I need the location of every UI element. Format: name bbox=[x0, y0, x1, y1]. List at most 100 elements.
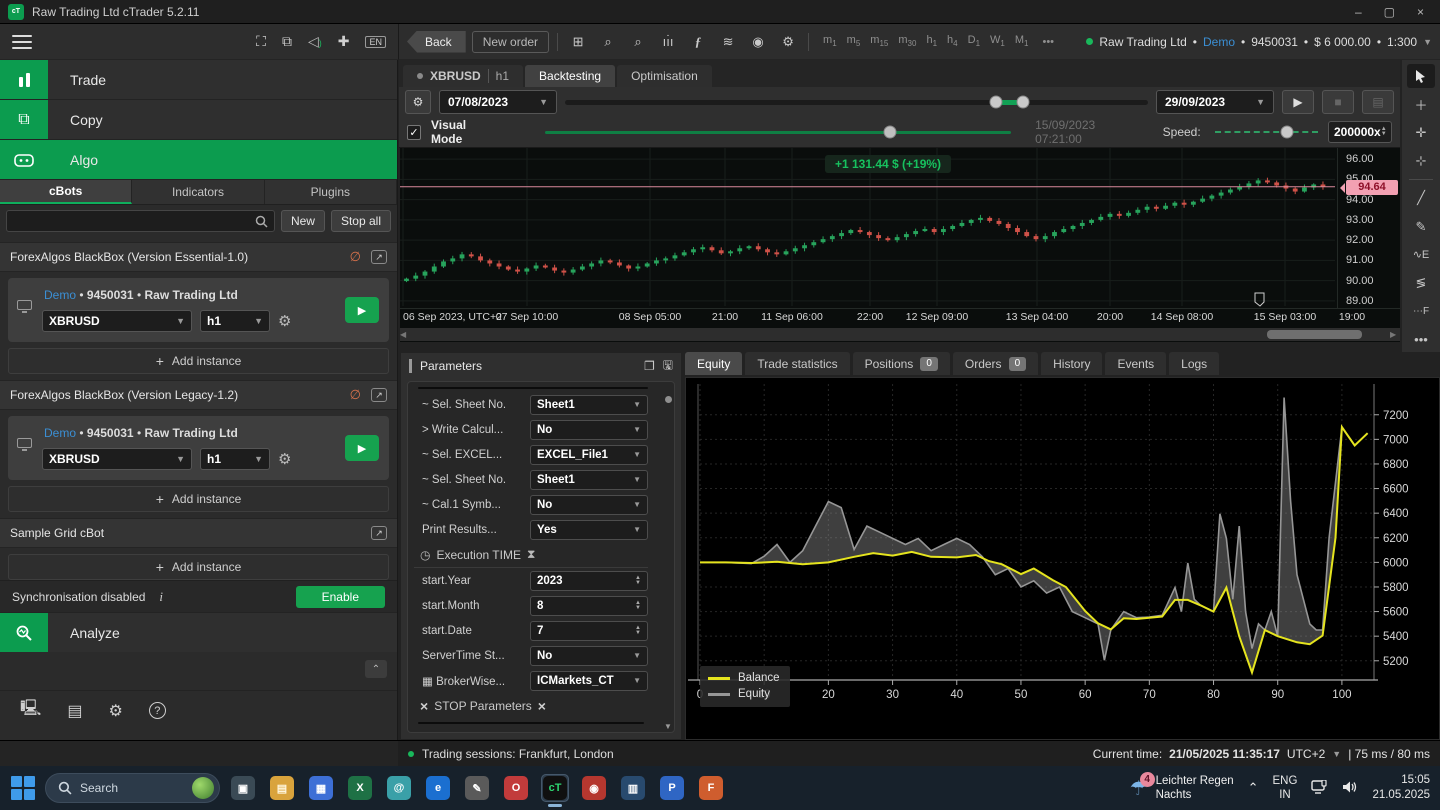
account-selector[interactable]: Raw Trading Ltd • Demo • 9450031 • $ 6 000.… bbox=[1086, 35, 1432, 49]
tab-backtesting[interactable]: Backtesting bbox=[525, 65, 616, 87]
taskbar-clock[interactable]: 15:05 21.05.2025 bbox=[1372, 773, 1430, 803]
chart-type-icon[interactable]: ıı̇ı bbox=[656, 31, 680, 53]
parameter-select[interactable]: No ▼ bbox=[530, 494, 648, 515]
layout-icon[interactable]: ⊞ bbox=[566, 31, 590, 53]
cloud-off-icon[interactable]: ∅ bbox=[350, 387, 361, 403]
timeframe-m1[interactable]: m1 bbox=[823, 34, 837, 48]
start-cbot-button[interactable]: ▶ bbox=[345, 297, 379, 323]
progress-knob-end[interactable] bbox=[1016, 95, 1030, 109]
taskbar-app-calculator-app[interactable]: ▦ bbox=[307, 774, 335, 802]
tab-cbots[interactable]: cBots bbox=[0, 180, 133, 204]
trendline-tool-icon[interactable]: ╱ bbox=[1407, 186, 1435, 210]
parameter-stepper[interactable]: 2023 ▲ ▼ bbox=[530, 570, 648, 591]
scroll-down-icon[interactable]: ▼ bbox=[664, 722, 672, 731]
settings-gear-icon[interactable]: ⚙ bbox=[108, 701, 122, 721]
timeframe-m5[interactable]: m5 bbox=[847, 34, 861, 48]
timeframe-h4[interactable]: h4 bbox=[947, 34, 958, 48]
taskbar-app-p-app[interactable]: P bbox=[658, 774, 686, 802]
fullscreen-icon[interactable]: ⛶ bbox=[256, 33, 266, 50]
sidebar-item-copy[interactable]: ⧉ Copy bbox=[0, 100, 397, 140]
tab-equity[interactable]: Equity bbox=[685, 352, 743, 375]
instance-gear-icon[interactable]: ⚙ bbox=[278, 312, 291, 330]
visual-speed-slider[interactable] bbox=[545, 125, 1012, 139]
measure-tool-icon[interactable]: ⊹ bbox=[1407, 149, 1435, 173]
timeframe-D1[interactable]: D1 bbox=[968, 34, 980, 48]
zoom-out-icon[interactable]: ⌕ bbox=[596, 31, 620, 53]
plugins-icon[interactable]: ✚ bbox=[338, 33, 350, 50]
speed-slider[interactable] bbox=[1214, 125, 1318, 139]
candlestick-chart[interactable]: 96.0095.0094.0093.0092.0091.0090.0089.00… bbox=[400, 148, 1400, 342]
start-button[interactable] bbox=[10, 775, 36, 801]
timezone-select[interactable]: UTC+2 bbox=[1287, 747, 1325, 761]
indicators-icon[interactable]: ƒ bbox=[686, 31, 710, 53]
cbot-search-input[interactable] bbox=[6, 210, 275, 232]
tab-indicators[interactable]: Indicators bbox=[132, 180, 265, 204]
add-instance-button[interactable]: + Add instance bbox=[8, 348, 389, 374]
scroll-up-icon[interactable]: ▲ bbox=[664, 361, 672, 370]
sidebar-item-analyze[interactable]: Analyze bbox=[0, 612, 397, 652]
sidebar-item-algo[interactable]: Algo bbox=[0, 140, 397, 180]
taskbar-app-ctrader[interactable]: cT bbox=[541, 774, 569, 807]
tab-history[interactable]: History bbox=[1041, 352, 1103, 375]
share-icon[interactable]: ↗ bbox=[371, 526, 387, 540]
windows-layout-icon[interactable]: ⧉ bbox=[282, 33, 292, 50]
taskbar-app-file-explorer[interactable]: ▤ bbox=[268, 774, 296, 802]
timeframe-m15[interactable]: m15 bbox=[870, 34, 888, 48]
parameter-select[interactable]: Yes ▼ bbox=[530, 519, 648, 540]
timeframe-m30[interactable]: m30 bbox=[898, 34, 916, 48]
more-tools-icon[interactable]: ••• bbox=[1407, 328, 1435, 352]
withdraw-icon[interactable]: 🖳 bbox=[20, 697, 41, 724]
info-icon[interactable]: i bbox=[159, 589, 163, 605]
draw-pencil-tool-icon[interactable]: ✎ bbox=[1407, 214, 1435, 238]
cbot-row[interactable]: ForexAlgos BlackBox (Version Essential-1… bbox=[0, 242, 397, 272]
crosshair-snap-tool-icon[interactable]: ✛ bbox=[1407, 121, 1435, 145]
add-instance-button[interactable]: + Add instance bbox=[8, 486, 389, 512]
parameter-stepper[interactable]: 8 ▲ ▼ bbox=[530, 595, 648, 616]
network-icon[interactable] bbox=[1311, 778, 1328, 797]
enable-sync-button[interactable]: Enable bbox=[295, 585, 385, 608]
visual-mode-checkbox[interactable]: ✓ bbox=[407, 124, 421, 140]
elliott-wave-tool-icon[interactable]: ∿E bbox=[1407, 243, 1435, 267]
taskbar-app-opera-browser[interactable]: O bbox=[502, 774, 530, 802]
search-highlight-image[interactable] bbox=[192, 777, 214, 799]
parameter-select[interactable]: Sheet1 ▼ bbox=[530, 394, 648, 415]
date-from-select[interactable]: 07/08/2023 ▼ bbox=[439, 90, 557, 114]
menu-icon[interactable] bbox=[12, 34, 32, 49]
parameter-select[interactable]: Sheet1 ▼ bbox=[530, 469, 648, 490]
timeframe-h1[interactable]: h1 bbox=[926, 34, 937, 48]
fibonacci-tool-icon[interactable]: ⋯F bbox=[1407, 299, 1435, 323]
taskbar-app-excel[interactable]: X bbox=[346, 774, 374, 802]
tab-optimisation[interactable]: Optimisation bbox=[617, 65, 712, 87]
taskbar-app-notes-app[interactable]: ✎ bbox=[463, 774, 491, 802]
stop-all-button[interactable]: Stop all bbox=[330, 210, 391, 232]
back-button[interactable]: Back bbox=[407, 30, 466, 53]
tab-events[interactable]: Events bbox=[1105, 352, 1167, 375]
tab-positions[interactable]: Positions 0 bbox=[852, 352, 950, 375]
timeframe-more-button[interactable]: ••• bbox=[1042, 36, 1054, 48]
symbol-select[interactable]: XBRUSD ▼ bbox=[42, 310, 192, 332]
parameter-select[interactable]: No ▼ bbox=[530, 645, 648, 666]
tab-trade-statistics[interactable]: Trade statistics bbox=[745, 352, 850, 375]
timeframe-select[interactable]: h1 ▼ bbox=[200, 448, 270, 470]
report-save-icon[interactable]: ▤ bbox=[1362, 90, 1394, 114]
timeframe-M1[interactable]: M1 bbox=[1015, 34, 1029, 48]
share-icon[interactable]: ↗ bbox=[371, 250, 387, 264]
sidebar-item-trade[interactable]: Trade bbox=[0, 60, 397, 100]
parameter-select[interactable]: No ▼ bbox=[530, 419, 648, 440]
share-icon[interactable]: ↗ bbox=[371, 388, 387, 402]
instance-gear-icon[interactable]: ⚙ bbox=[278, 450, 291, 468]
crosshair-tool-icon[interactable]: ＋ bbox=[1407, 92, 1435, 116]
scroll-left-icon[interactable]: ◀ bbox=[400, 330, 410, 339]
add-instance-button[interactable]: + Add instance bbox=[8, 554, 389, 580]
language-button[interactable]: EN bbox=[365, 35, 386, 48]
timeframe-select[interactable]: h1 ▼ bbox=[200, 310, 270, 332]
taskbar-app-red-browser[interactable]: ◉ bbox=[580, 774, 608, 802]
popout-panel-icon[interactable]: ❐ bbox=[644, 359, 655, 373]
tab-plugins[interactable]: Plugins bbox=[264, 180, 397, 204]
cursor-tool-icon[interactable] bbox=[1407, 64, 1435, 89]
chart-scrollbar[interactable]: ◀ ▶ bbox=[400, 328, 1400, 341]
help-icon[interactable]: ? bbox=[148, 702, 166, 719]
layers-icon[interactable]: ≋ bbox=[716, 31, 740, 53]
progress-knob-start[interactable] bbox=[989, 95, 1003, 109]
backtest-settings-gear-icon[interactable]: ⚙ bbox=[405, 90, 431, 114]
